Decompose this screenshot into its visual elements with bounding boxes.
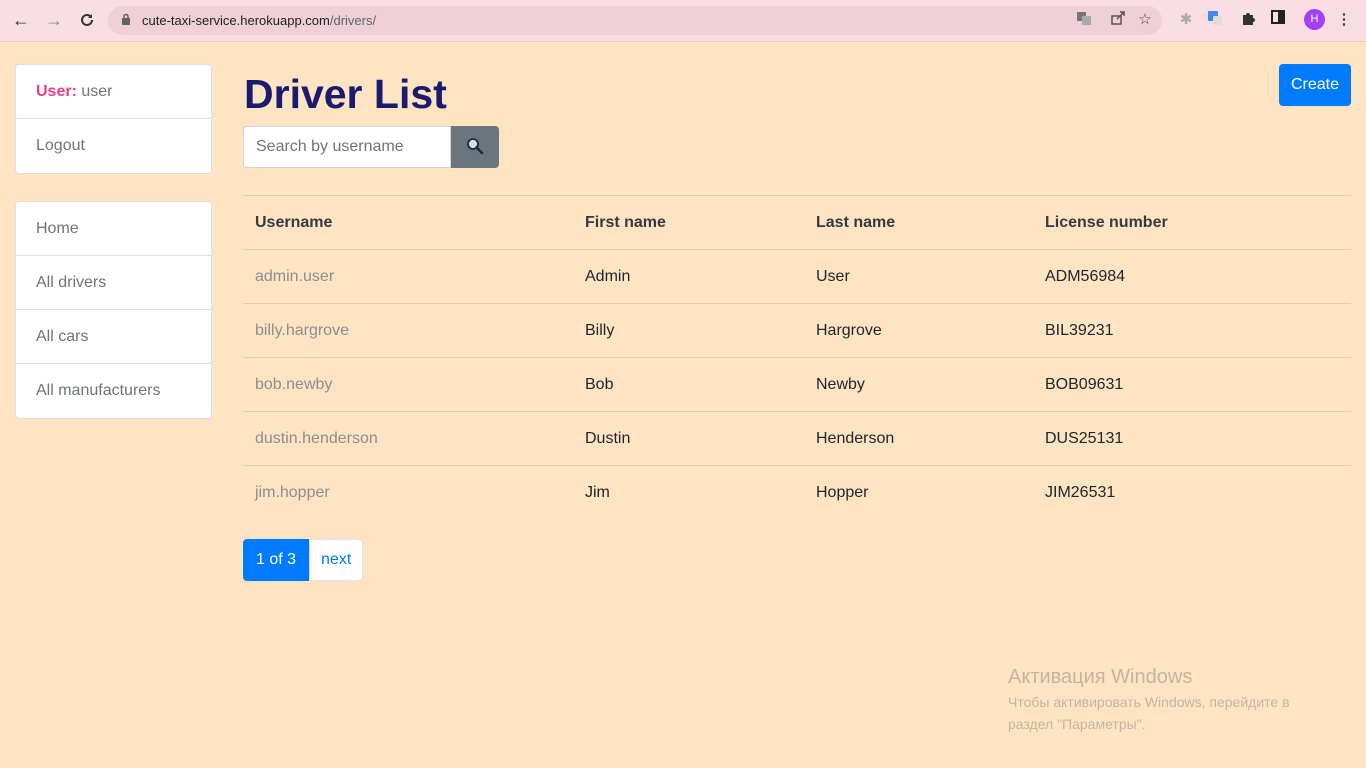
- side-panel-icon[interactable]: [1268, 10, 1288, 30]
- username-link[interactable]: jim.hopper: [243, 465, 573, 520]
- table-row: bob.newby Bob Newby BOB09631: [243, 357, 1351, 412]
- search-button[interactable]: [451, 126, 499, 168]
- first-name-cell: Jim: [573, 465, 804, 520]
- create-button[interactable]: Create: [1279, 64, 1351, 106]
- url-path: /drivers/: [329, 13, 377, 28]
- reload-icon[interactable]: [76, 9, 98, 31]
- sidebar-item-home[interactable]: Home: [16, 202, 211, 256]
- first-name-cell: Billy: [573, 303, 804, 358]
- sidebar-item-all-manufacturers[interactable]: All manufacturers: [16, 364, 211, 418]
- pagination: 1 of 3 next: [243, 539, 364, 581]
- extension-icon[interactable]: ✱: [1176, 10, 1196, 30]
- share-icon[interactable]: [1108, 10, 1128, 30]
- puzzle-extensions-icon[interactable]: [1238, 10, 1258, 30]
- browser-toolbar: ← → cute-taxi-service.herokuapp.com/driv…: [0, 0, 1366, 42]
- google-translate-icon[interactable]: [1205, 10, 1225, 30]
- windows-activation-watermark: Активация Windows Чтобы активировать Win…: [1008, 665, 1290, 735]
- bookmark-star-icon[interactable]: ☆: [1135, 10, 1155, 30]
- user-label: User:: [36, 83, 77, 100]
- watermark-line: Чтобы активировать Windows, перейдите в: [1008, 694, 1290, 710]
- table-header-row: Username First name Last name License nu…: [243, 195, 1351, 250]
- last-name-cell: Hopper: [804, 465, 1033, 520]
- username-link[interactable]: billy.hargrove: [243, 303, 573, 358]
- watermark-title: Активация Windows: [1008, 666, 1193, 688]
- table-row: jim.hopper Jim Hopper JIM26531: [243, 465, 1351, 520]
- search-input[interactable]: [243, 126, 451, 168]
- lock-icon[interactable]: [121, 13, 131, 31]
- last-name-cell: Hargrove: [804, 303, 1033, 358]
- back-arrow-icon[interactable]: ←: [10, 9, 32, 31]
- table-row: dustin.henderson Dustin Henderson DUS251…: [243, 411, 1351, 466]
- first-name-cell: Dustin: [573, 411, 804, 466]
- column-header-username: Username: [243, 195, 573, 250]
- forward-arrow-icon[interactable]: →: [43, 9, 65, 31]
- kebab-menu-icon[interactable]: ⋮: [1334, 10, 1354, 30]
- column-header-license-number: License number: [1033, 195, 1351, 250]
- username-link[interactable]: bob.newby: [243, 357, 573, 412]
- first-name-cell: Bob: [573, 357, 804, 412]
- logout-link[interactable]: Logout: [16, 119, 211, 173]
- license-number-cell: ADM56984: [1033, 249, 1351, 304]
- translate-icon[interactable]: [1074, 10, 1094, 30]
- license-number-cell: JIM26531: [1033, 465, 1351, 520]
- last-name-cell: Newby: [804, 357, 1033, 412]
- magnifier-icon: [465, 137, 485, 159]
- sidebar-item-all-cars[interactable]: All cars: [16, 310, 211, 364]
- column-header-last-name: Last name: [804, 195, 1033, 250]
- first-name-cell: Admin: [573, 249, 804, 304]
- last-name-cell: User: [804, 249, 1033, 304]
- user-info: User: user: [16, 65, 211, 119]
- license-number-cell: BIL39231: [1033, 303, 1351, 358]
- watermark-line: раздел "Параметры".: [1008, 716, 1146, 732]
- column-header-first-name: First name: [573, 195, 804, 250]
- sidebar-item-all-drivers[interactable]: All drivers: [16, 256, 211, 310]
- username-link[interactable]: dustin.henderson: [243, 411, 573, 466]
- user-card: User: user Logout: [15, 64, 212, 174]
- next-page-link[interactable]: next: [309, 539, 364, 581]
- current-page-indicator: 1 of 3: [243, 539, 310, 581]
- last-name-cell: Henderson: [804, 411, 1033, 466]
- table-row: billy.hargrove Billy Hargrove BIL39231: [243, 303, 1351, 358]
- table-row: admin.user Admin User ADM56984: [243, 249, 1351, 304]
- page-title: Driver List: [244, 71, 447, 117]
- drivers-table: Username First name Last name License nu…: [243, 195, 1351, 520]
- license-number-cell: DUS25131: [1033, 411, 1351, 466]
- url-text[interactable]: cute-taxi-service.herokuapp.com/drivers/: [142, 13, 376, 28]
- sidebar-nav: Home All drivers All cars All manufactur…: [15, 201, 212, 419]
- url-host: cute-taxi-service.herokuapp.com: [142, 13, 330, 28]
- user-name: user: [81, 83, 113, 100]
- license-number-cell: BOB09631: [1033, 357, 1351, 412]
- username-link[interactable]: admin.user: [243, 249, 573, 304]
- profile-avatar[interactable]: H: [1304, 9, 1325, 30]
